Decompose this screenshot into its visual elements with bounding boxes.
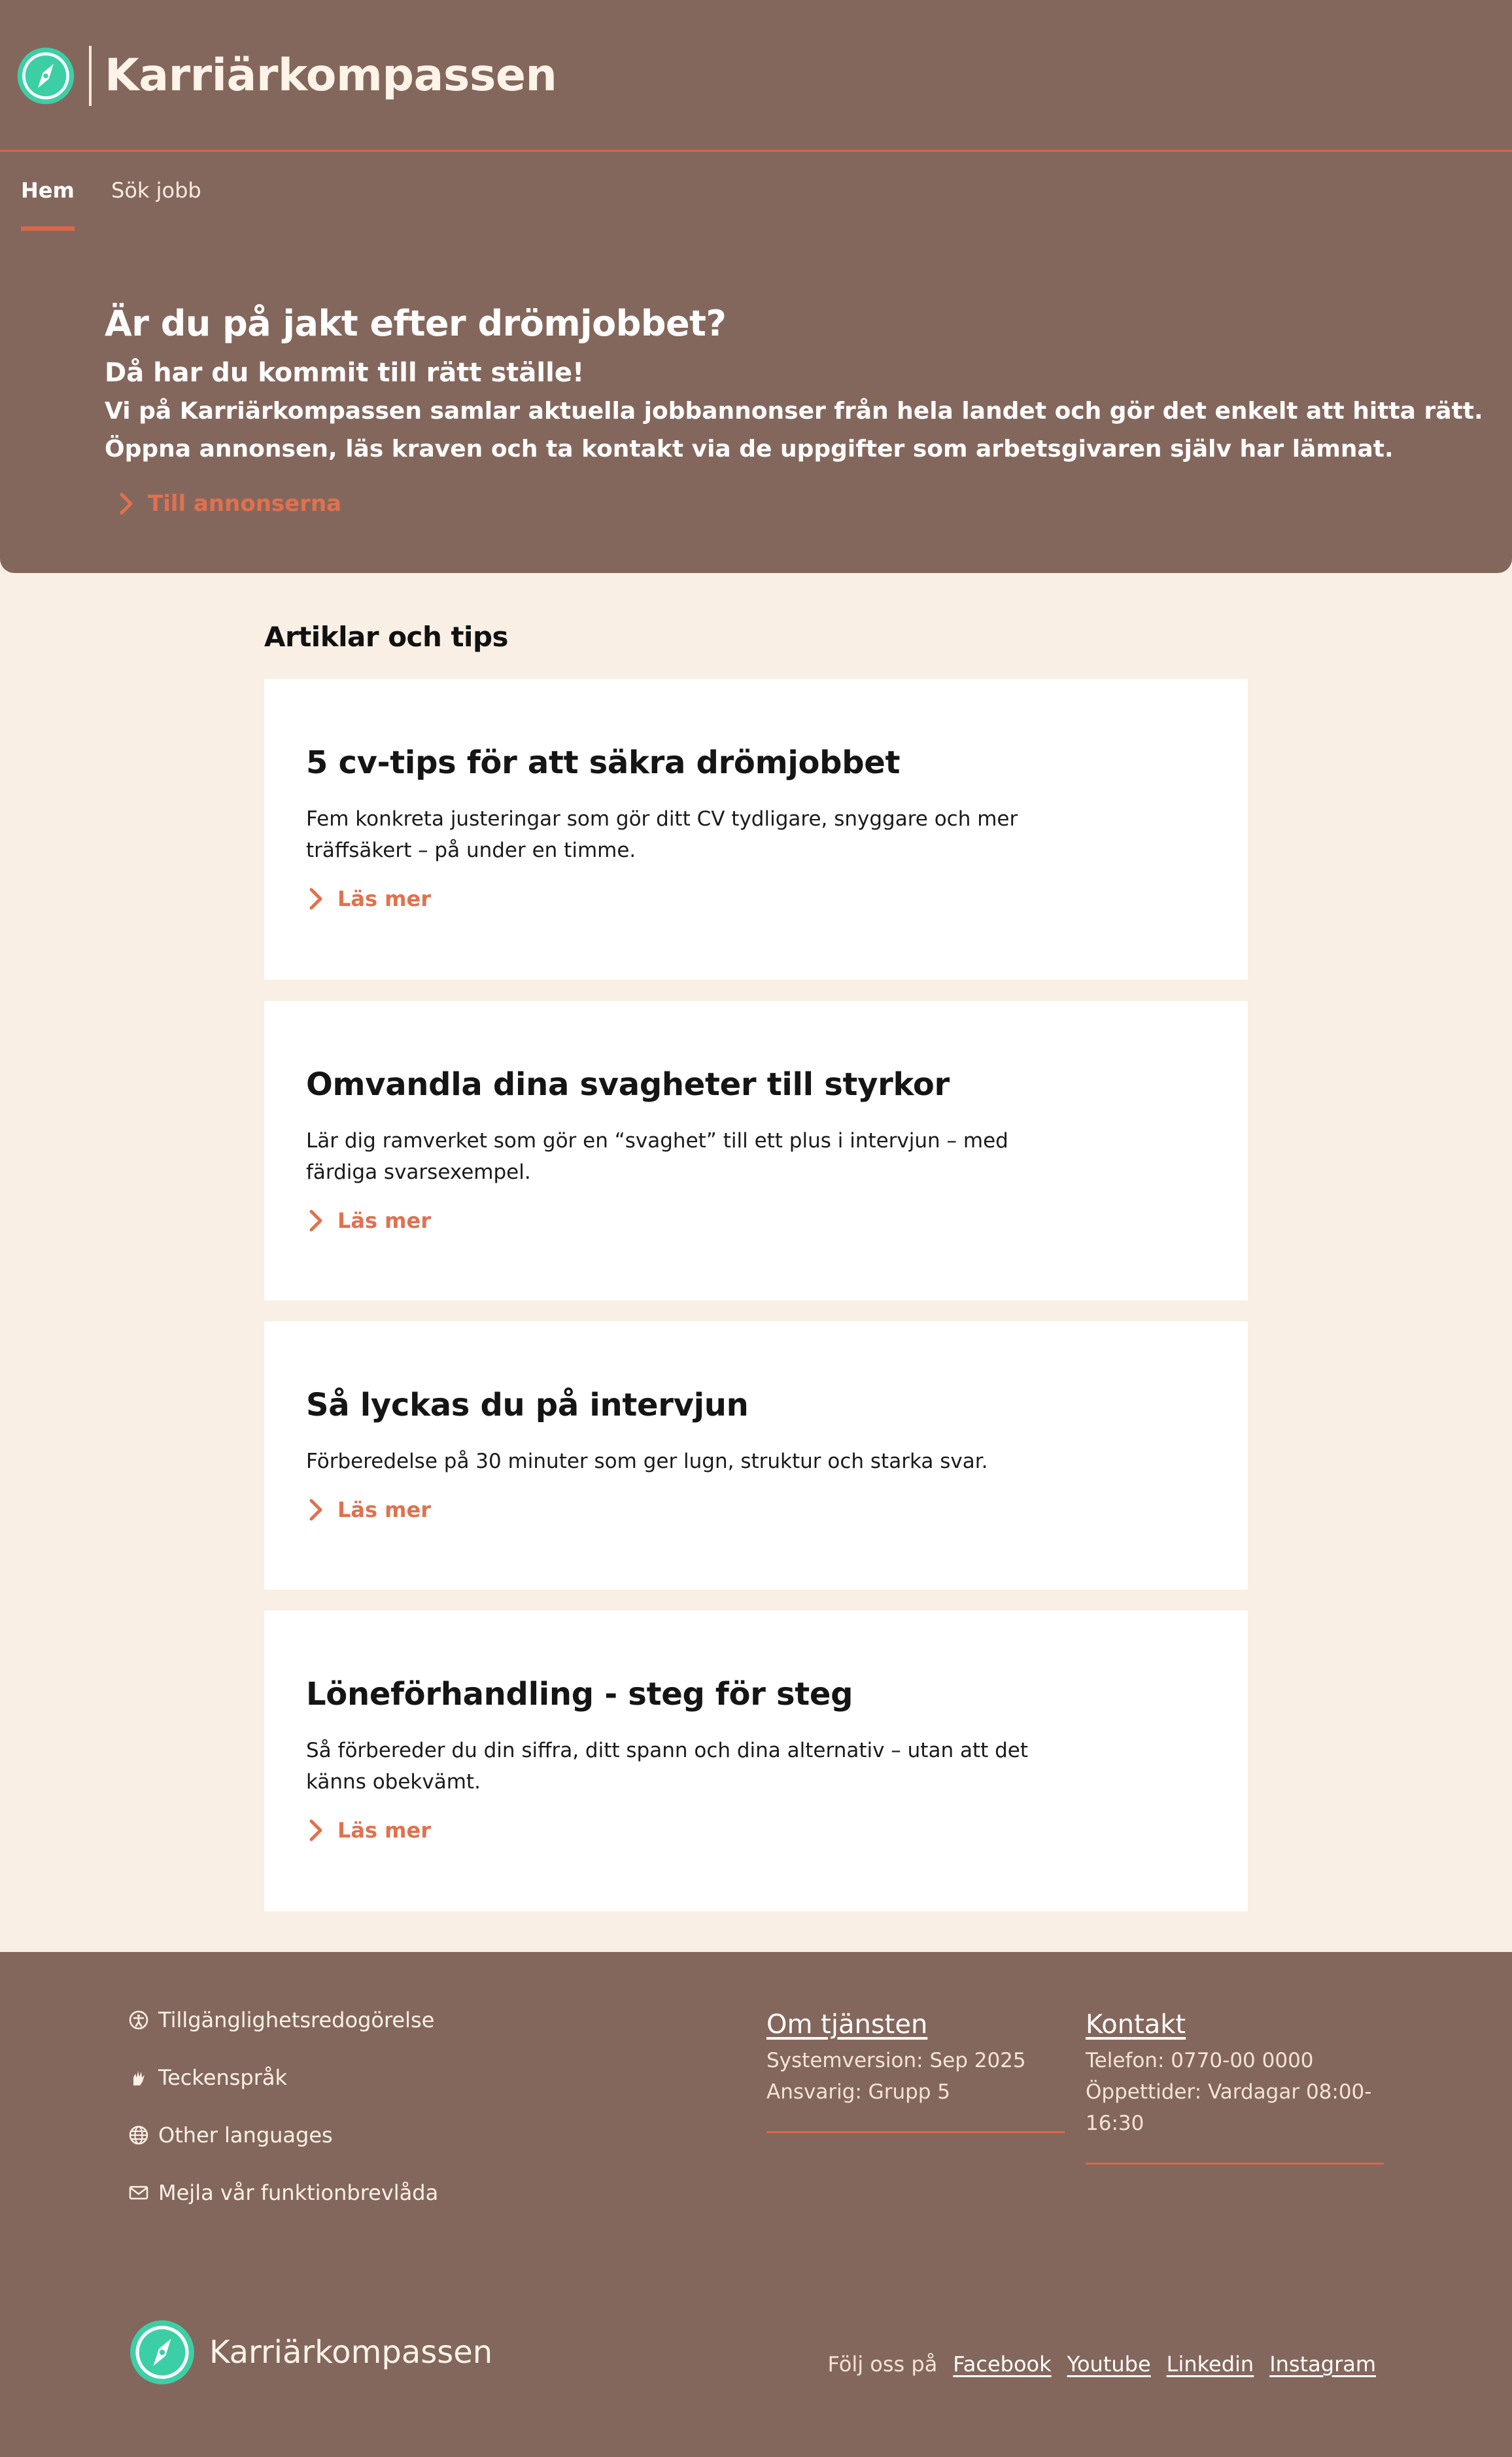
brand-divider [89, 46, 92, 106]
social-label: Följ oss på [827, 2352, 938, 2377]
footer-link-accessibility[interactable]: Tillgänglighetsredogörelse [128, 1991, 438, 2049]
system-version: Systemversion: Sep 2025 [766, 2049, 1026, 2072]
article-card: Så lyckas du på intervjun Förberedelse p… [264, 1321, 1248, 1590]
mail-icon [129, 2186, 148, 2200]
article-card: 5 cv-tips för att säkra drömjobbet Fem k… [264, 679, 1248, 980]
social-link-linkedin[interactable]: Linkedin [1167, 2352, 1254, 2377]
brand-bar: Karriärkompassen [0, 0, 1512, 152]
accessibility-icon [129, 2010, 148, 2030]
read-more-label: Läs mer [337, 1818, 431, 1843]
article-title[interactable]: Omvandla dina svagheter till styrkor [306, 1058, 950, 1111]
footer-link-label: Tillgänglighetsredogörelse [158, 2008, 435, 2032]
chevron-right-icon [309, 1819, 322, 1841]
nav-tab-search-jobs[interactable]: Sök jobb [111, 154, 201, 231]
hero-title: Är du på jakt efter drömjobbet? [105, 303, 727, 344]
social-link-youtube[interactable]: Youtube [1067, 2352, 1151, 2377]
footer-brand-name: Karriärkompassen [209, 2334, 493, 2371]
contact-hours: Öppettider: Vardagar 08:00- [1086, 2080, 1372, 2104]
article-title[interactable]: Löneförhandling - steg för steg [306, 1668, 853, 1720]
about-service-column: Om tjänsten Systemversion: Sep 2025 Ansv… [766, 2004, 1065, 2133]
read-more-label: Läs mer [337, 886, 431, 911]
article-title[interactable]: Så lyckas du på intervjun [306, 1379, 749, 1431]
footer-link-label: Mejla vår funktionbrevlåda [158, 2180, 439, 2205]
site-title[interactable]: Karriärkompassen [105, 44, 557, 107]
article-description: Så förbereder du din siffra, ditt spann … [306, 1739, 1029, 1794]
article-card: Omvandla dina svagheter till styrkor Lär… [264, 1001, 1248, 1300]
footer-link-label: Other languages [158, 2123, 333, 2148]
responsible: Ansvarig: Grupp 5 [766, 2080, 951, 2104]
hero-text-line-1: Vi på Karriärkompassen samlar aktuella j… [105, 398, 1483, 425]
about-service-title[interactable]: Om tjänsten [766, 2010, 927, 2040]
chevron-right-icon [309, 1499, 322, 1521]
read-more-link[interactable]: Läs mer [306, 1811, 431, 1850]
contact-column: Kontakt Telefon: 0770-00 0000 Öppettider… [1086, 2004, 1384, 2165]
article-title[interactable]: 5 cv-tips för att säkra drömjobbet [306, 737, 900, 789]
hero: Är du på jakt efter drömjobbet? Då har d… [105, 294, 1483, 517]
footer-link-languages[interactable]: Other languages [128, 2106, 438, 2164]
globe-icon [129, 2125, 148, 2145]
footer-link-label: Teckenspråk [158, 2065, 288, 2090]
to-job-ads-label: Till annonserna [148, 491, 342, 517]
read-more-label: Läs mer [337, 1208, 431, 1233]
compass-icon [130, 2320, 194, 2384]
chevron-right-icon [309, 1210, 322, 1232]
compass-icon[interactable] [16, 46, 76, 106]
footer-links: Tillgänglighetsredogörelse Teckenspråk O… [128, 1991, 438, 2222]
nav-tab-home[interactable]: Hem [21, 154, 75, 231]
to-job-ads-link[interactable]: Till annonserna [116, 484, 341, 523]
chevron-right-icon [120, 493, 133, 515]
main-nav: Hem Sök jobb [0, 154, 458, 231]
contact-hours-cont: 16:30 [1086, 2112, 1144, 2135]
hero-text-line-2: Öppna annonsen, läs kraven och ta kontak… [105, 436, 1394, 462]
article-card: Löneförhandling - steg för steg Så förbe… [264, 1611, 1248, 1911]
articles-heading: Artiklar och tips [264, 621, 509, 653]
article-description: Fem konkreta justeringar som gör ditt CV… [306, 807, 1018, 862]
contact-phone: Telefon: 0770-00 0000 [1086, 2049, 1314, 2072]
footer-brand[interactable]: Karriärkompassen [128, 2318, 492, 2386]
social-links: Följ oss på Facebook Youtube Linkedin In… [827, 2344, 1376, 2384]
read-more-label: Läs mer [337, 1497, 431, 1522]
read-more-link[interactable]: Läs mer [306, 1490, 431, 1529]
site-header: Karriärkompassen Hem Sök jobb .nav-tab.a… [0, 0, 1512, 573]
site-footer: Tillgänglighetsredogörelse Teckenspråk O… [0, 1952, 1512, 2457]
footer-link-mail[interactable]: Mejla vår funktionbrevlåda [128, 2164, 438, 2222]
read-more-link[interactable]: Läs mer [306, 1201, 431, 1240]
social-link-instagram[interactable]: Instagram [1269, 2352, 1376, 2377]
read-more-link[interactable]: Läs mer [306, 879, 431, 918]
sign-language-icon [133, 2071, 145, 2085]
social-link-facebook[interactable]: Facebook [953, 2352, 1051, 2377]
article-description: Lär dig ramverket som gör en “svaghet” t… [306, 1129, 1008, 1184]
chevron-right-icon [309, 888, 322, 910]
article-description: Förberedelse på 30 minuter som ger lugn,… [306, 1450, 988, 1473]
contact-title[interactable]: Kontakt [1086, 2010, 1186, 2040]
footer-link-sign-language[interactable]: Teckenspråk [128, 2049, 438, 2106]
hero-subtitle: Då har du kommit till rätt ställe! [105, 358, 585, 388]
